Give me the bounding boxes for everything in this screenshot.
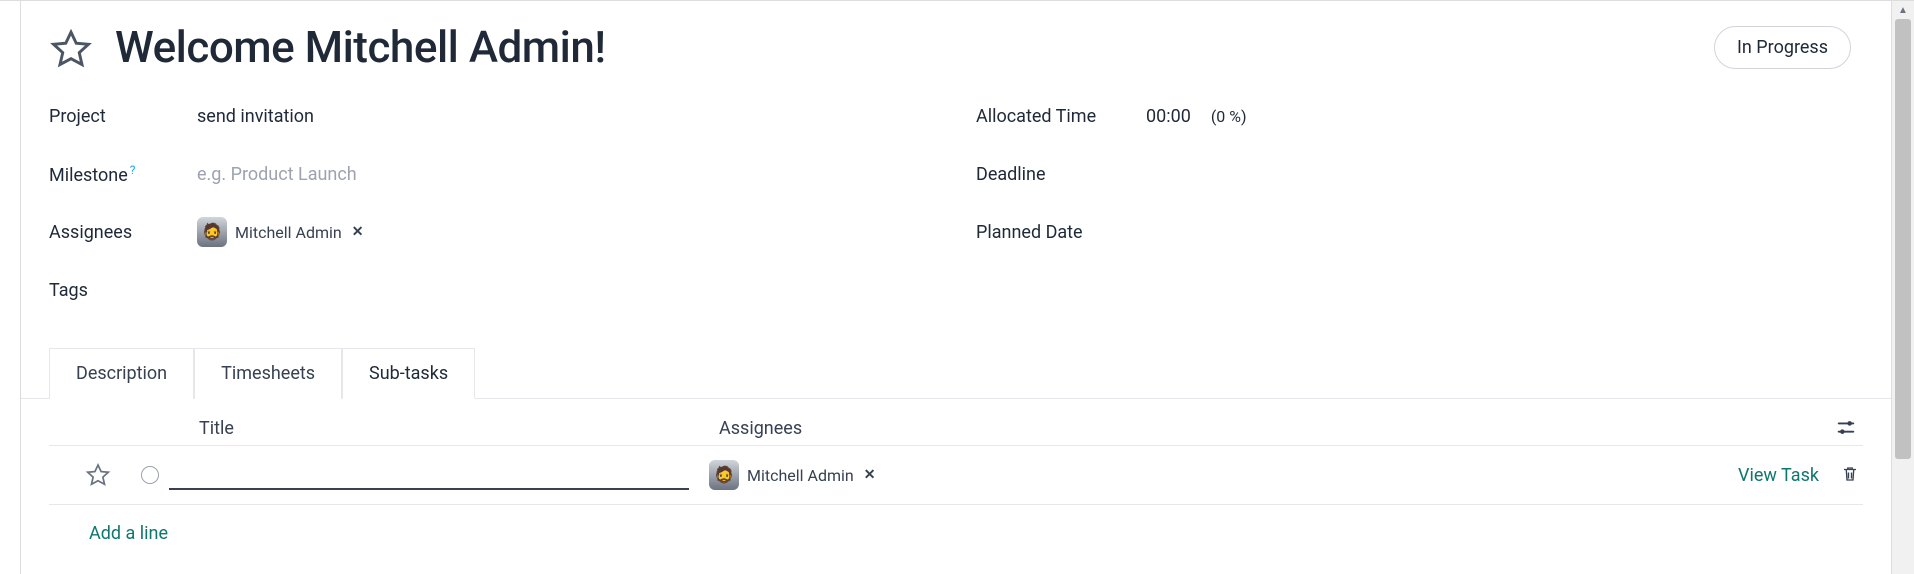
add-line-link[interactable]: Add a line [49,504,1863,556]
assignees-label: Assignees [49,222,197,243]
allocated-time-pct: (0 %) [1211,107,1247,126]
help-icon[interactable]: ? [130,163,136,177]
trash-icon[interactable] [1841,465,1859,485]
row-actions: View Task [1738,465,1859,486]
milestone-field[interactable]: Milestone? e.g. Product Launch [49,153,936,195]
allocated-time-field[interactable]: Allocated Time 00:00 (0 %) [976,95,1863,137]
planned-date-field[interactable]: Planned Date [976,211,1863,253]
right-fields: Allocated Time 00:00 (0 %) Deadline Plan… [976,95,1863,327]
planned-date-label: Planned Date [976,222,1146,243]
row-status-dot[interactable] [141,466,159,484]
allocated-time-value[interactable]: 00:00 [1146,106,1191,127]
subtask-assignee-chip[interactable]: 🧔 Mitchell Admin ✕ [709,460,875,490]
allocated-time-label: Allocated Time [976,106,1146,127]
subtask-col-title: Title [199,418,719,439]
milestone-label: Milestone? [49,163,197,186]
favorite-star-icon[interactable] [49,27,93,71]
subtask-col-assignees: Assignees [719,418,802,439]
close-icon[interactable]: ✕ [864,467,876,483]
tab-timesheets[interactable]: Timesheets [194,348,342,399]
scroll-up-icon[interactable]: ▲ [1892,1,1914,19]
assignee-name: Mitchell Admin [235,223,342,242]
status-badge[interactable]: In Progress [1714,26,1851,69]
task-form: Welcome Mitchell Admin! In Progress Proj… [20,1,1892,574]
settings-icon[interactable] [1835,417,1857,439]
view-task-link[interactable]: View Task [1738,465,1819,486]
tabs: Description Timesheets Sub-tasks [21,347,1891,399]
tags-field[interactable]: Tags [49,269,936,311]
avatar: 🧔 [197,217,227,247]
subtask-header: Title Assignees [49,399,1863,446]
deadline-field[interactable]: Deadline [976,153,1863,195]
field-grid: Project send invitation Milestone? e.g. … [49,95,1863,327]
project-value[interactable]: send invitation [197,106,314,127]
subtask-row[interactable]: 🧔 Mitchell Admin ✕ View Task [49,446,1863,504]
avatar: 🧔 [709,460,739,490]
title-row: Welcome Mitchell Admin! In Progress [49,21,1863,73]
subtask-assignee-cell[interactable]: 🧔 Mitchell Admin ✕ [709,460,875,490]
assignees-field[interactable]: Assignees 🧔 Mitchell Admin ✕ [49,211,936,253]
title-left: Welcome Mitchell Admin! [49,21,605,73]
close-icon[interactable]: ✕ [352,224,364,240]
tab-description[interactable]: Description [49,348,194,399]
left-fields: Project send invitation Milestone? e.g. … [49,95,936,327]
project-label: Project [49,106,197,127]
project-field[interactable]: Project send invitation [49,95,936,137]
row-star-icon[interactable] [85,462,111,488]
tags-label: Tags [49,280,197,301]
viewport: Welcome Mitchell Admin! In Progress Proj… [0,0,1914,574]
subtask-title-input[interactable] [169,460,689,490]
deadline-label: Deadline [976,164,1146,185]
scrollbar-thumb[interactable] [1895,19,1911,459]
subtask-assignee-name: Mitchell Admin [747,466,854,485]
tab-subtasks[interactable]: Sub-tasks [342,348,475,399]
scrollbar-track[interactable]: ▲ [1892,1,1914,574]
milestone-placeholder[interactable]: e.g. Product Launch [197,164,357,185]
assignee-chip[interactable]: 🧔 Mitchell Admin ✕ [197,217,363,247]
task-title[interactable]: Welcome Mitchell Admin! [115,21,605,73]
